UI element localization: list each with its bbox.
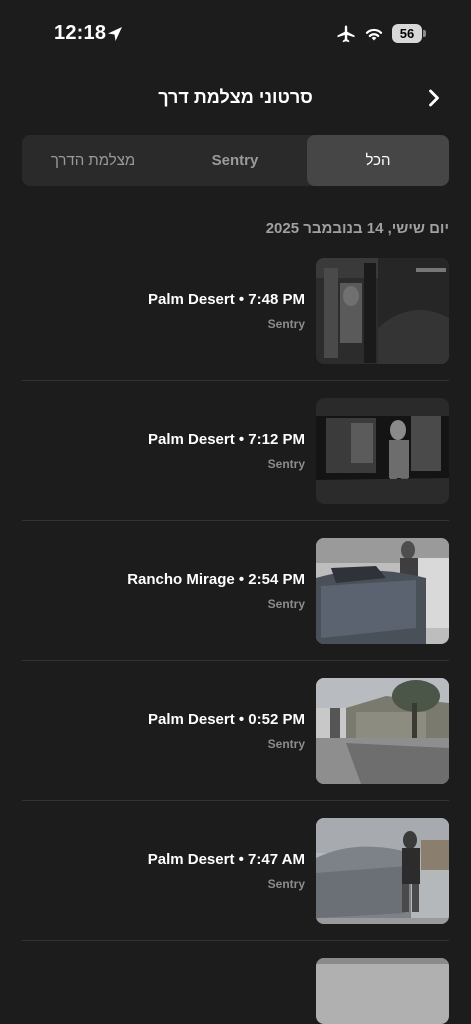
- battery-icon: 56: [392, 24, 422, 43]
- tab-dashcam[interactable]: מצלמת הדרך: [22, 135, 164, 186]
- clip-title: Palm Desert • 0:52 PM: [148, 711, 305, 728]
- row-divider: [22, 940, 449, 941]
- page-title: סרטוני מצלמת דרך: [158, 87, 313, 107]
- clip-title: Palm Desert • 7:12 PM: [148, 431, 305, 448]
- clip-row-partial[interactable]: [0, 955, 471, 1024]
- clip-thumbnail: [316, 818, 449, 924]
- clip-type: Sentry: [267, 457, 305, 471]
- clip-title: Rancho Mirage • 2:54 PM: [127, 571, 305, 588]
- location-arrow-icon: [108, 27, 122, 41]
- clip-type: Sentry: [267, 597, 305, 611]
- date-header: יום שישי, 14 בנובמבר 2025: [265, 220, 449, 237]
- wifi-icon: [365, 28, 383, 41]
- airplane-icon: [337, 25, 355, 43]
- clip-row[interactable]: Palm Desert • 7:48 PM Sentry: [0, 255, 471, 395]
- clip-thumbnail: [316, 538, 449, 644]
- clip-row[interactable]: Rancho Mirage • 2:54 PM Sentry: [0, 535, 471, 675]
- filter-tabs: מצלמת הדרך Sentry הכל: [22, 135, 449, 186]
- status-bar: 12:18 56: [0, 0, 471, 70]
- dashcam-clips-screen: 12:18 56 סרטוני מצלמת דרך מצלמת הדרך Sen…: [0, 0, 471, 1024]
- clip-title: Palm Desert • 7:47 AM: [147, 851, 305, 868]
- row-divider: [22, 380, 449, 381]
- battery-cap: [423, 30, 426, 37]
- clip-type: Sentry: [267, 317, 305, 331]
- clip-type: Sentry: [267, 737, 305, 751]
- clip-thumbnail: [316, 398, 449, 504]
- clip-row[interactable]: Palm Desert • 7:12 PM Sentry: [0, 395, 471, 535]
- clip-row[interactable]: Palm Desert • 0:52 PM Sentry: [0, 675, 471, 815]
- tab-sentry[interactable]: Sentry: [164, 135, 306, 186]
- tab-all[interactable]: הכל: [307, 135, 449, 186]
- clip-thumbnail: [316, 958, 449, 1024]
- clip-thumbnail: [316, 258, 449, 364]
- clip-row[interactable]: Palm Desert • 7:47 AM Sentry: [0, 815, 471, 955]
- row-divider: [22, 660, 449, 661]
- clip-type: Sentry: [267, 877, 305, 891]
- clip-title: Palm Desert • 7:48 PM: [148, 291, 305, 308]
- status-time: 12:18: [54, 22, 107, 44]
- clip-thumbnail: [316, 678, 449, 784]
- chevron-right-icon: [429, 89, 439, 107]
- back-button[interactable]: [420, 86, 448, 110]
- row-divider: [22, 520, 449, 521]
- row-divider: [22, 800, 449, 801]
